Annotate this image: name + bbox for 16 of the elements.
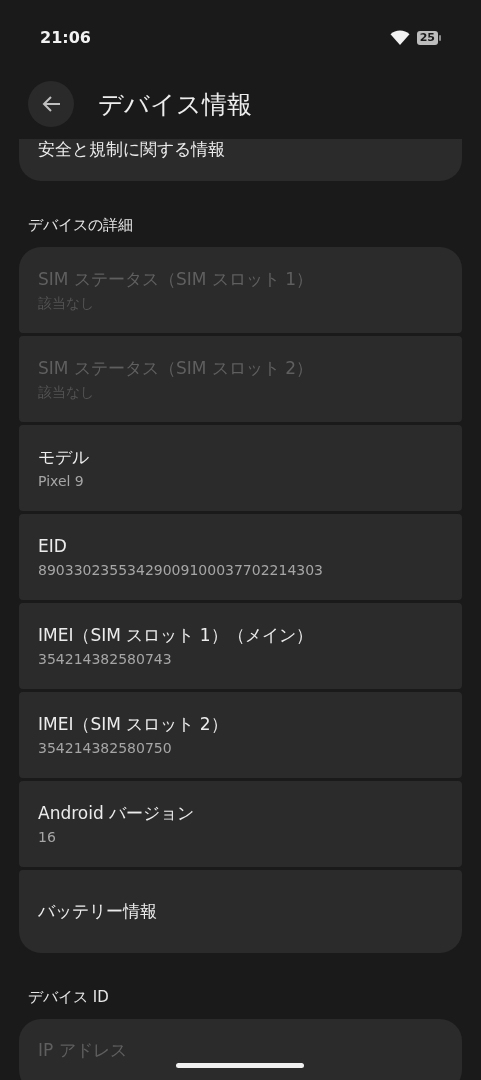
settings-item[interactable]: IMEI（SIM スロット 1）（メイン） 354214382580743 — [19, 603, 462, 689]
settings-item[interactable]: Android バージョン 16 — [19, 781, 462, 867]
settings-item[interactable]: バッテリー情報 — [19, 870, 462, 953]
back-button[interactable] — [28, 81, 74, 127]
battery-icon: 25 — [416, 30, 441, 45]
page-title: デバイス情報 — [98, 88, 252, 121]
settings-item[interactable]: 安全と規制に関する情報 — [19, 139, 462, 181]
settings-item[interactable]: IMEI（SIM スロット 2） 354214382580750 — [19, 692, 462, 778]
section-header: デバイスの詳細 — [27, 215, 134, 236]
navigation-handle[interactable] — [176, 1063, 304, 1068]
settings-item[interactable]: EID 89033023553429009100037702214303 — [19, 514, 462, 600]
back-arrow-icon — [41, 95, 61, 113]
status-time: 21:06 — [40, 28, 91, 48]
section-header: デバイス ID — [27, 987, 110, 1008]
settings-item[interactable]: モデル Pixel 9 — [19, 425, 462, 511]
wifi-icon — [389, 30, 410, 45]
